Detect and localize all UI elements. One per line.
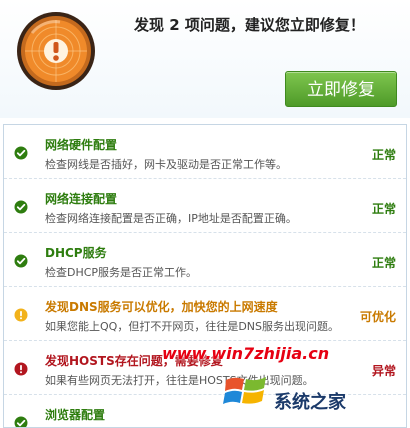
check-results-list: 网络硬件配置 检查网线是否插好，网卡及驱动是否正常工作等。 正常 网络连接配置 … [3,124,407,428]
item-description: 检查网线是否插好，网卡及驱动是否正常工作等。 [45,158,287,171]
item-status: 正常 [371,256,396,270]
page-title: 发现 2 项问题，建议您立即修复！ [134,16,365,34]
item-title: 浏览器配置 [45,408,106,422]
list-item[interactable]: 发现HOSTS存在问题，需要修复 如果有些网页无法打开，往往是HOSTS文件出现… [4,341,406,395]
check-circle-icon [14,199,28,214]
item-title: 发现HOSTS存在问题，需要修复 [45,354,223,368]
item-status: 正常 [371,202,396,216]
item-status: 正常 [371,148,396,162]
item-title: 发现DNS服务可以优化，加快您的上网速度 [45,300,278,314]
error-circle-icon [14,361,28,376]
result-header: 发现 2 项问题，建议您立即修复！ 立即修复 [0,0,410,118]
check-circle-icon [14,253,28,268]
item-description: 如果您能上QQ，但打不开网页，往往是DNS服务出现问题。 [45,320,339,333]
list-item[interactable]: DHCP服务 检查DHCP服务是否正常工作。 正常 [4,233,406,287]
list-item[interactable]: 网络硬件配置 检查网线是否插好，网卡及驱动是否正常工作等。 正常 [4,125,406,179]
list-item[interactable]: 浏览器配置 检查浏览器代理、Flash插件等配置问题。 [4,395,406,427]
item-description: 如果有些网页无法打开，往往是HOSTS文件出现问题。 [45,374,314,387]
item-description: 检查DHCP服务是否正常工作。 [45,266,198,279]
item-description: 检查网络连接配置是否正确，IP地址是否配置正确。 [45,212,297,225]
item-status: 异常 [371,364,396,378]
item-title: 网络连接配置 [45,192,118,206]
item-title: 网络硬件配置 [45,138,118,152]
check-circle-icon [14,415,28,427]
list-item[interactable]: 网络连接配置 检查网络连接配置是否正确，IP地址是否配置正确。 正常 [4,179,406,233]
alert-radar-icon [17,12,95,90]
item-status: 可优化 [359,310,396,324]
warning-circle-icon [14,307,28,322]
check-circle-icon [14,145,28,160]
item-title: DHCP服务 [45,246,107,260]
fix-now-button[interactable]: 立即修复 [285,71,397,107]
list-item[interactable]: 发现DNS服务可以优化，加快您的上网速度 如果您能上QQ，但打不开网页，往往是D… [4,287,406,341]
